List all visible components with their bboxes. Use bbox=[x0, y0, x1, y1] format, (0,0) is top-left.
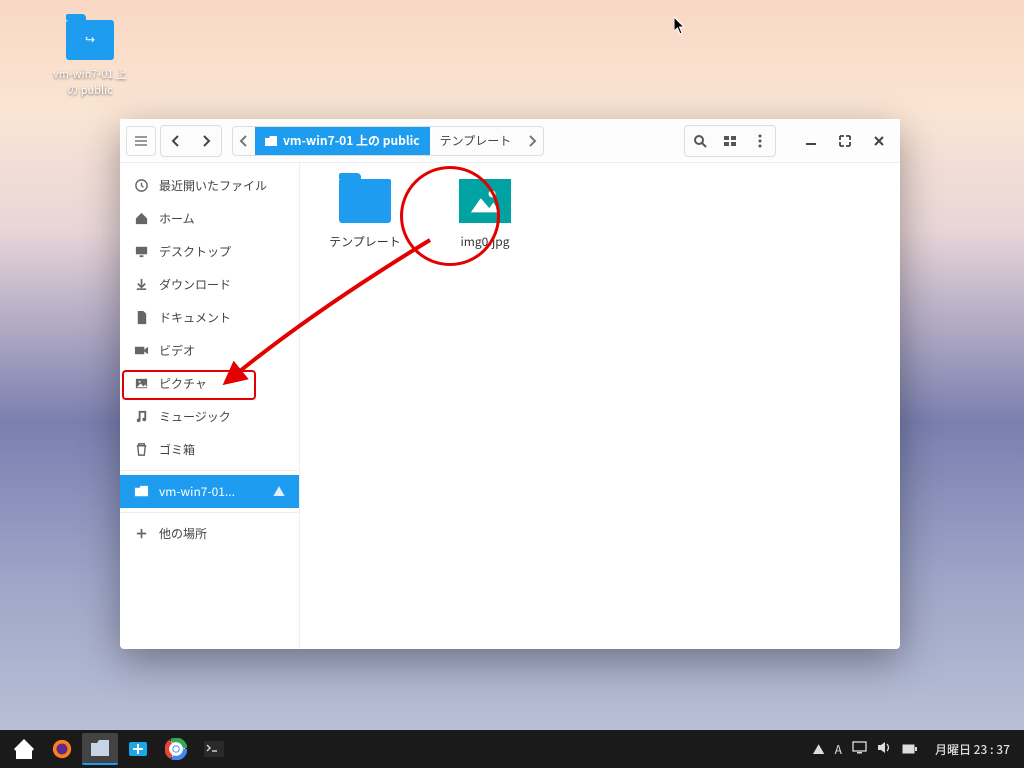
taskbar-terminal-button[interactable] bbox=[196, 733, 232, 765]
path-segment-label: vm-win7-01 上の public bbox=[283, 132, 420, 149]
document-icon bbox=[134, 310, 149, 325]
sidebar-item-music[interactable]: ミュージック bbox=[120, 400, 299, 433]
sidebar-item-label: ビデオ bbox=[159, 342, 195, 359]
desktop-icon-network-share[interactable]: vm-win7-01 上の public bbox=[50, 20, 130, 98]
sidebar-item-recent[interactable]: 最近開いたファイル bbox=[120, 169, 299, 202]
sidebar-item-label: ミュージック bbox=[159, 408, 231, 425]
tray-volume-icon[interactable] bbox=[877, 741, 892, 758]
sidebar-item-label: vm-win7-01... bbox=[159, 483, 235, 500]
folder-icon bbox=[265, 136, 277, 146]
plus-icon bbox=[134, 526, 149, 541]
sidebar-item-label: 他の場所 bbox=[159, 525, 207, 542]
sidebar-item-other[interactable]: 他の場所 bbox=[120, 517, 299, 550]
file-system-menu-button[interactable] bbox=[126, 126, 156, 156]
sidebar-item-network[interactable]: vm-win7-01... ▲ bbox=[120, 475, 299, 508]
folder-icon bbox=[66, 20, 114, 60]
clock-icon bbox=[134, 178, 149, 193]
taskbar-files-button[interactable] bbox=[82, 733, 118, 765]
file-manager-window: vm-win7-01 上の public テンプレート bbox=[120, 119, 900, 649]
clock[interactable]: 月曜日 23 : 37 bbox=[927, 741, 1018, 758]
file-label: img0.jpg bbox=[440, 233, 530, 250]
taskbar-software-button[interactable] bbox=[120, 733, 156, 765]
menu-button[interactable] bbox=[745, 126, 775, 156]
sidebar-item-pictures[interactable]: ピクチャ bbox=[120, 367, 299, 400]
download-icon bbox=[134, 277, 149, 292]
eject-icon[interactable]: ▲ bbox=[273, 483, 285, 500]
path-segment-label: テンプレート bbox=[440, 132, 512, 149]
back-button[interactable] bbox=[161, 126, 191, 156]
music-icon bbox=[134, 409, 149, 424]
toolbar: vm-win7-01 上の public テンプレート bbox=[120, 119, 900, 163]
maximize-button[interactable] bbox=[830, 126, 860, 156]
view-toggle-button[interactable] bbox=[715, 126, 745, 156]
sidebar-item-downloads[interactable]: ダウンロード bbox=[120, 268, 299, 301]
video-icon bbox=[134, 343, 149, 358]
path-bar: vm-win7-01 上の public テンプレート bbox=[232, 126, 544, 156]
sidebar-item-label: ホーム bbox=[159, 210, 195, 227]
sidebar-item-videos[interactable]: ビデオ bbox=[120, 334, 299, 367]
sidebar-item-label: ピクチャ bbox=[159, 375, 207, 392]
sidebar-item-trash[interactable]: ゴミ箱 bbox=[120, 433, 299, 466]
sidebar-item-label: デスクトップ bbox=[159, 243, 231, 260]
sidebar: 最近開いたファイル ホーム デスクトップ ダウンロード ドキュメント ビデオ bbox=[120, 163, 300, 649]
search-button[interactable] bbox=[685, 126, 715, 156]
path-chevron-left-button[interactable] bbox=[233, 127, 255, 155]
content-pane[interactable]: テンプレート img0.jpg bbox=[300, 163, 900, 649]
home-icon bbox=[134, 211, 149, 226]
sidebar-item-label: 最近開いたファイル bbox=[159, 177, 267, 194]
sidebar-item-documents[interactable]: ドキュメント bbox=[120, 301, 299, 334]
sidebar-item-label: ゴミ箱 bbox=[159, 441, 195, 458]
desktop-icon bbox=[134, 244, 149, 259]
view-group bbox=[684, 125, 776, 157]
mouse-cursor bbox=[674, 16, 688, 40]
desktop-icon-label: vm-win7-01 上の public bbox=[50, 66, 130, 98]
taskbar: ▲ A 月曜日 23 : 37 bbox=[0, 730, 1024, 768]
trash-icon bbox=[134, 442, 149, 457]
tray: ▲ A bbox=[805, 741, 925, 758]
file-item-image[interactable]: img0.jpg bbox=[440, 179, 530, 250]
image-icon bbox=[459, 179, 511, 223]
sidebar-item-label: ダウンロード bbox=[159, 276, 231, 293]
close-button[interactable] bbox=[864, 126, 894, 156]
tray-input-method[interactable]: A bbox=[835, 741, 842, 758]
sidebar-item-label: ドキュメント bbox=[159, 309, 231, 326]
start-menu-button[interactable] bbox=[6, 733, 42, 765]
taskbar-firefox-button[interactable] bbox=[44, 733, 80, 765]
sidebar-item-desktop[interactable]: デスクトップ bbox=[120, 235, 299, 268]
folder-icon bbox=[134, 484, 149, 499]
nav-buttons-group bbox=[160, 125, 222, 157]
minimize-button[interactable] bbox=[796, 126, 826, 156]
file-item-templates[interactable]: テンプレート bbox=[320, 179, 410, 250]
tray-battery-icon[interactable] bbox=[902, 741, 917, 758]
path-segment-current[interactable]: vm-win7-01 上の public bbox=[255, 127, 430, 155]
path-chevron-right-button[interactable] bbox=[521, 127, 543, 155]
sidebar-item-home[interactable]: ホーム bbox=[120, 202, 299, 235]
tray-display-icon[interactable] bbox=[852, 741, 867, 758]
taskbar-chrome-button[interactable] bbox=[158, 733, 194, 765]
tray-eject-icon[interactable]: ▲ bbox=[813, 741, 825, 758]
path-segment-next[interactable]: テンプレート bbox=[430, 127, 522, 155]
folder-icon bbox=[339, 179, 391, 223]
file-label: テンプレート bbox=[320, 233, 410, 250]
pictures-icon bbox=[134, 376, 149, 391]
forward-button[interactable] bbox=[191, 126, 221, 156]
